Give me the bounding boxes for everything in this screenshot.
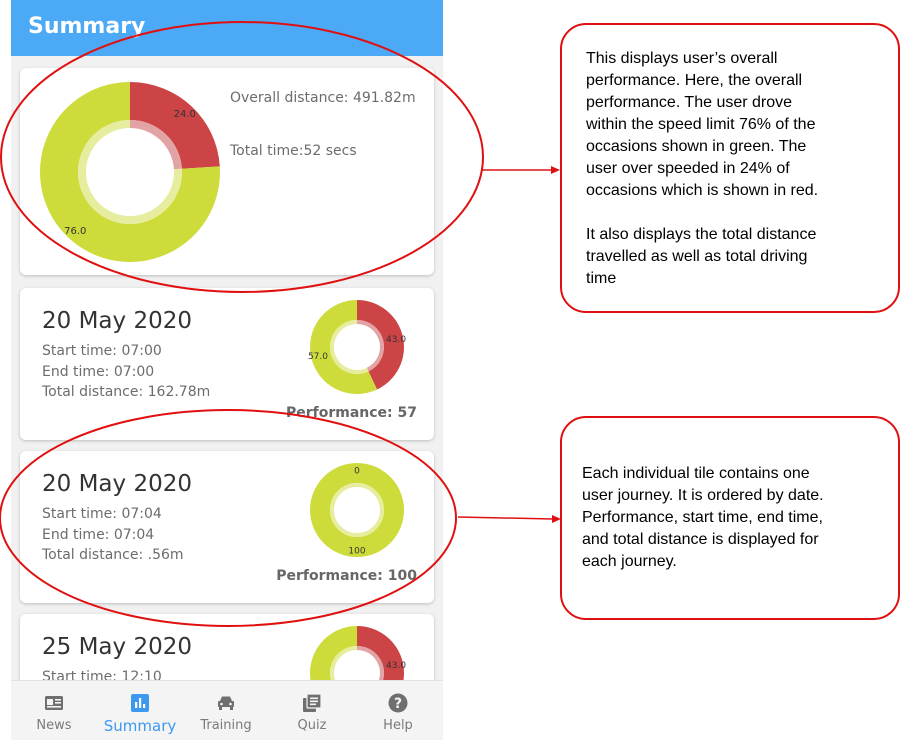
annotation-summary-text: This displays user’s overall performance…: [586, 50, 819, 287]
annotation-callout-journey: Each individual tile contains one user j…: [560, 416, 900, 620]
arrow-line-journey: [457, 516, 554, 520]
highlight-ellipse-journey: [0, 409, 457, 627]
highlight-ellipse-summary: [0, 21, 484, 293]
annotation-journey-text: Each individual tile contains one user j…: [582, 465, 824, 570]
arrowhead-icon: [551, 166, 560, 174]
annotation-callout-summary: This displays user’s overall performance…: [560, 23, 900, 313]
